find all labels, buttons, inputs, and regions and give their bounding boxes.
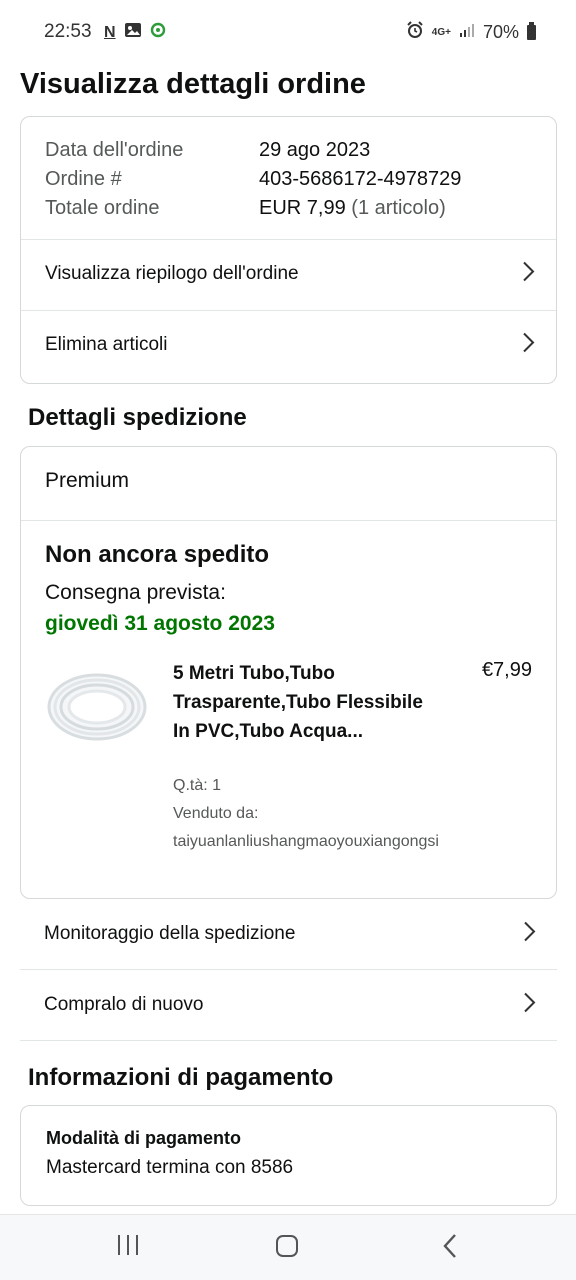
seller-name: taiyuanlanliushangmaoyouxiangongsi xyxy=(173,833,439,850)
image-icon xyxy=(124,22,142,43)
order-item-count: (1 articolo) xyxy=(351,197,446,219)
page-title: Visualizza dettagli ordine xyxy=(20,68,366,100)
view-order-summary-link[interactable]: Visualizza riepilogo dell'ordine xyxy=(21,239,556,309)
chevron-right-icon xyxy=(522,259,536,290)
delete-items-label: Elimina articoli xyxy=(45,334,168,355)
shipment-status: Non ancora spedito xyxy=(45,541,270,568)
battery-percent: 70% xyxy=(482,22,519,42)
delete-items-link[interactable]: Elimina articoli xyxy=(21,310,556,380)
product-title[interactable]: 5 Metri Tubo,Tubo Trasparente,Tubo Fless… xyxy=(173,659,423,746)
order-total-label: Totale ordine xyxy=(45,197,160,219)
status-time: 22:53 xyxy=(44,21,92,42)
payment-method-value: Mastercard termina con 8586 xyxy=(46,1157,294,1178)
recents-icon[interactable] xyxy=(116,1233,140,1264)
status-notification-icons: N xyxy=(104,22,166,43)
status-system-icons: 4G+ 70% xyxy=(406,21,536,44)
payment-method-card: Modalità di pagamento Mastercard termina… xyxy=(20,1105,557,1206)
view-order-summary-label: Visualizza riepilogo dell'ordine xyxy=(45,263,299,284)
chevron-right-icon xyxy=(523,919,537,950)
battery-icon xyxy=(527,22,536,40)
chevron-right-icon xyxy=(523,990,537,1021)
order-total-amount: EUR 7,99 xyxy=(259,197,346,219)
shipping-section-title: Dettagli spedizione xyxy=(28,404,247,431)
product-price: €7,99 xyxy=(481,659,532,681)
payment-section-title: Informazioni di pagamento xyxy=(28,1064,334,1091)
order-summary-card: Data dell'ordine 29 ago 2023 Ordine # 40… xyxy=(20,116,557,384)
home-icon[interactable] xyxy=(276,1235,298,1257)
track-shipment-link[interactable]: Monitoraggio della spedizione xyxy=(20,899,557,970)
system-navigation-bar xyxy=(0,1214,576,1280)
buy-again-label: Compralo di nuovo xyxy=(44,994,204,1015)
signal-icon xyxy=(459,22,475,43)
expected-delivery-label: Consegna prevista: xyxy=(45,581,226,604)
track-shipment-label: Monitoraggio della spedizione xyxy=(44,923,296,944)
chevron-right-icon xyxy=(522,330,536,361)
divider xyxy=(21,520,556,521)
network-type: 4G+ xyxy=(431,26,451,38)
status-bar: 22:53 N 4G+ 70% xyxy=(0,0,576,48)
shipping-method: Premium xyxy=(45,469,130,492)
order-number-value: 403-5686172-4978729 xyxy=(259,168,462,190)
product-image[interactable] xyxy=(45,667,149,747)
expected-delivery-date: giovedì 31 agosto 2023 xyxy=(45,612,275,635)
notification-n-icon: N xyxy=(104,23,116,41)
buy-again-link[interactable]: Compralo di nuovo xyxy=(20,970,557,1041)
order-number-label: Ordine # xyxy=(45,168,122,190)
back-icon[interactable] xyxy=(440,1233,460,1266)
payment-method-title: Modalità di pagamento xyxy=(46,1128,242,1148)
order-date-label: Data dell'ordine xyxy=(45,139,184,161)
sold-by-label: Venduto da: xyxy=(173,805,259,822)
shipment-card: Premium Non ancora spedito Consegna prev… xyxy=(20,446,557,899)
order-total-value: EUR 7,99 (1 articolo) xyxy=(259,197,446,220)
order-date-value: 29 ago 2023 xyxy=(259,139,371,161)
product-quantity: Q.tà: 1 xyxy=(173,777,222,794)
alarm-icon xyxy=(406,21,424,44)
refresh-icon xyxy=(150,22,166,43)
